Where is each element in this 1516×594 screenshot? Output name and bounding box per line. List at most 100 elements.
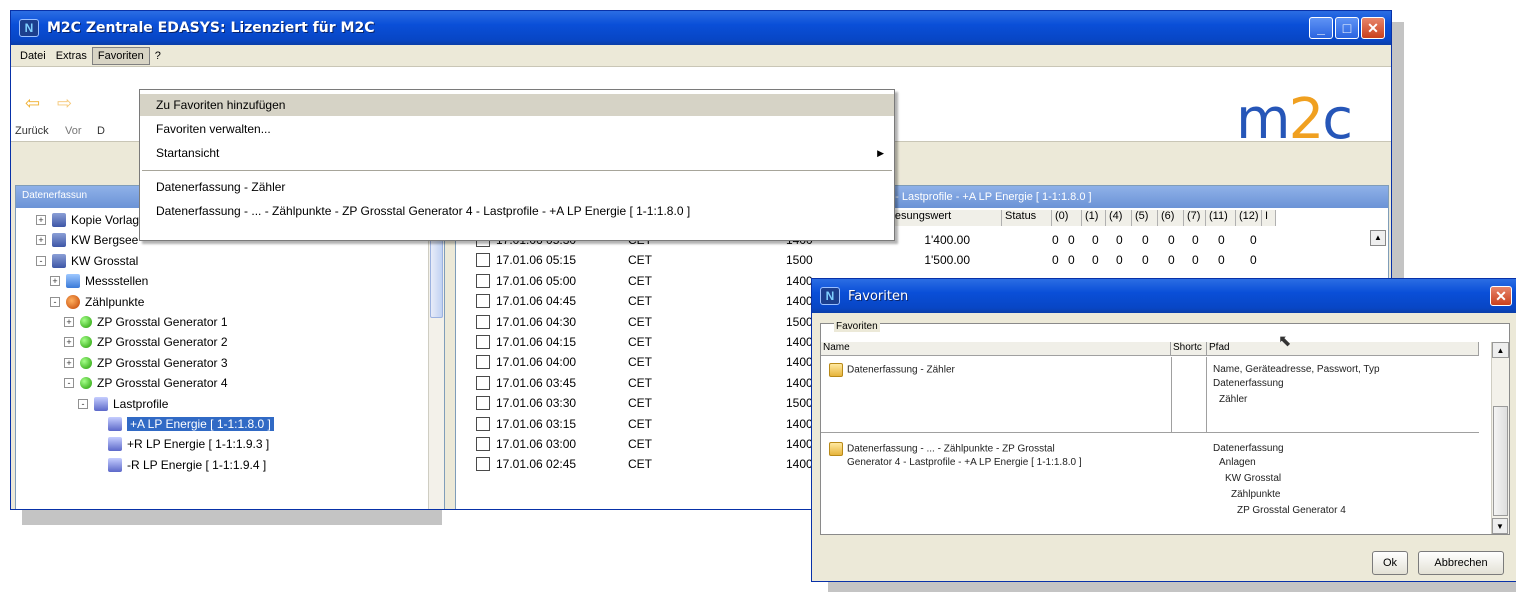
dialog-title-bar[interactable]: N Favoriten ✕ <box>812 279 1516 313</box>
ok-button[interactable]: Ok <box>1372 551 1408 575</box>
status-flag-cell: 0 <box>1142 253 1149 268</box>
col-header-shortcut[interactable]: Shortc <box>1171 342 1207 356</box>
collapse-icon[interactable]: - <box>64 378 74 389</box>
collapse-icon[interactable]: - <box>36 255 46 266</box>
tree-item[interactable]: - Lastprofile <box>78 394 168 414</box>
tree-item[interactable]: +A LP Energie [ 1-1:1.8.0 ] <box>92 414 274 434</box>
forward-button-label[interactable]: Vor <box>65 125 82 137</box>
row-checkbox[interactable] <box>476 253 490 268</box>
tree-item[interactable]: + ZP Grosstal Generator 1 <box>64 312 228 332</box>
status-flag-cell: 0 <box>1092 233 1099 247</box>
row-checkbox[interactable] <box>476 355 490 370</box>
row-checkbox[interactable] <box>476 437 490 451</box>
row-checkbox[interactable] <box>476 396 490 411</box>
row-checkbox[interactable] <box>476 294 490 309</box>
menu-item-favorite-lastprofil[interactable]: Datenerfassung - ... - Zählpunkte - ZP G… <box>140 200 894 222</box>
tree-item-label: -R LP Energie [ 1-1:1.9.4 ] <box>127 457 267 472</box>
dialog-close-button[interactable]: ✕ <box>1490 286 1512 306</box>
tree-scrollbar[interactable] <box>428 208 444 509</box>
column-header[interactable]: I <box>1262 210 1276 226</box>
timestamp-cell: 17.01.06 05:00 <box>496 273 577 288</box>
menu-datei[interactable]: Datei <box>15 48 51 64</box>
menu-item-start-view[interactable]: Startansicht ▶ <box>140 142 894 164</box>
green-dot-icon <box>80 356 92 369</box>
mouse-cursor-icon: ⬉ <box>1278 333 1292 350</box>
menu-item-manage-favorites[interactable]: Favoriten verwalten... <box>140 118 894 140</box>
row-checkbox[interactable] <box>476 273 490 288</box>
collapse-icon[interactable]: - <box>50 296 60 307</box>
expand-icon[interactable]: + <box>36 215 46 225</box>
favorite-shortcut-cell[interactable] <box>1171 357 1207 432</box>
tree-item[interactable]: + ZP Grosstal Generator 2 <box>64 332 228 352</box>
tree-item[interactable]: + ZP Grosstal Generator 3 <box>64 353 228 373</box>
status-flag-cell: 0 <box>1218 253 1225 268</box>
maximize-button[interactable]: □ <box>1335 17 1359 39</box>
expand-icon[interactable]: + <box>64 357 74 368</box>
forward-arrow-icon[interactable]: ⇨ <box>57 93 72 114</box>
row-checkbox[interactable] <box>476 457 490 472</box>
dialog-scrollbar-thumb[interactable] <box>1493 406 1508 516</box>
timezone-cell: CET <box>628 396 652 411</box>
meterpoint-icon <box>66 294 80 309</box>
tree-item-label: ZP Grosstal Generator 3 <box>97 355 228 370</box>
tree-item[interactable]: + KW Bergsee <box>36 230 138 250</box>
tree-item[interactable]: -R LP Energie [ 1-1:1.9.4 ] <box>92 455 266 475</box>
row-checkbox[interactable] <box>476 335 490 349</box>
back-button-label[interactable]: Zurück <box>15 125 49 137</box>
timezone-cell: CET <box>628 457 652 472</box>
scroll-up-icon[interactable]: ▲ <box>1370 230 1386 246</box>
close-button[interactable]: ✕ <box>1361 17 1385 39</box>
menu-separator <box>142 170 892 171</box>
menu-help[interactable]: ? <box>150 48 166 64</box>
column-header[interactable]: (6) <box>1158 210 1184 226</box>
column-header[interactable]: (1) <box>1082 210 1106 226</box>
expand-icon[interactable]: + <box>64 337 74 348</box>
column-header[interactable]: (11) <box>1206 210 1236 226</box>
column-header[interactable]: (12) <box>1236 210 1262 226</box>
raw-value-cell: 1400 <box>786 294 813 309</box>
scroll-up-icon[interactable]: ▲ <box>1492 342 1509 358</box>
expand-icon[interactable]: + <box>64 317 74 327</box>
favorite-row[interactable]: Datenerfassung - ... - Zählpunkte - ZP G… <box>821 434 1479 536</box>
title-bar[interactable]: N M2C Zentrale EDASYS: Lizenziert für M2… <box>11 11 1391 45</box>
tree-item-label: +R LP Energie [ 1-1:1.9.3 ] <box>127 437 270 452</box>
column-header[interactable]: (5) <box>1132 210 1158 226</box>
back-arrow-icon[interactable]: ⇦ <box>25 93 40 114</box>
col-header-path[interactable]: Pfad <box>1207 342 1479 356</box>
timestamp-cell: 17.01.06 04:30 <box>496 314 577 329</box>
menu-extras[interactable]: Extras <box>51 48 92 64</box>
status-flag-cell: 0 <box>1192 253 1199 268</box>
minimize-button[interactable]: _ <box>1309 17 1333 39</box>
column-header[interactable]: Status <box>1002 210 1052 226</box>
raw-value-cell: 1400 <box>786 335 813 349</box>
tree-item[interactable]: - KW Grosstal <box>36 251 138 271</box>
menu-item-add-favorite[interactable]: Zu Favoriten hinzufügen <box>140 94 894 116</box>
tree-item[interactable]: + Messstellen <box>50 271 148 291</box>
window-title: M2C Zentrale EDASYS: Lizenziert für M2C <box>47 20 375 36</box>
scroll-down-icon[interactable]: ▼ <box>1492 518 1508 534</box>
table-row[interactable]: 17.01.06 05:15 CET 1500 1'500.00 0 0 0 0 0 0 0 0 0 <box>456 250 1356 270</box>
raw-value-cell: 1400 <box>786 416 813 431</box>
expand-icon[interactable]: + <box>36 235 46 246</box>
tree-item[interactable]: - ZP Grosstal Generator 4 <box>64 373 228 393</box>
column-header[interactable]: (0) <box>1052 210 1082 226</box>
row-checkbox[interactable] <box>476 314 490 329</box>
timestamp-cell: 17.01.06 03:00 <box>496 437 577 451</box>
expand-icon[interactable]: + <box>50 276 60 287</box>
tree-item[interactable]: - Zählpunkte <box>50 292 144 312</box>
column-header[interactable]: (4) <box>1106 210 1132 226</box>
row-checkbox[interactable] <box>476 416 490 431</box>
collapse-icon[interactable]: - <box>78 398 88 409</box>
tree-item[interactable]: +R LP Energie [ 1-1:1.9.3 ] <box>92 434 269 454</box>
dialog-scrollbar[interactable]: ▲ ▼ <box>1491 342 1509 534</box>
row-checkbox[interactable] <box>476 375 490 390</box>
col-header-name[interactable]: Name <box>821 342 1171 356</box>
cancel-button[interactable]: Abbrechen <box>1418 551 1504 575</box>
column-header[interactable]: (7) <box>1184 210 1206 226</box>
raw-value-cell: 1400 <box>786 437 813 451</box>
measurement-icon <box>66 274 80 289</box>
reading-value-cell: 1'500.00 <box>924 253 970 268</box>
menu-item-favorite-zaehler[interactable]: Datenerfassung - Zähler <box>140 176 894 198</box>
menu-favoriten[interactable]: Favoriten <box>91 46 150 65</box>
favorite-row[interactable]: Datenerfassung - Zähler Name, Geräteadre… <box>821 357 1479 433</box>
